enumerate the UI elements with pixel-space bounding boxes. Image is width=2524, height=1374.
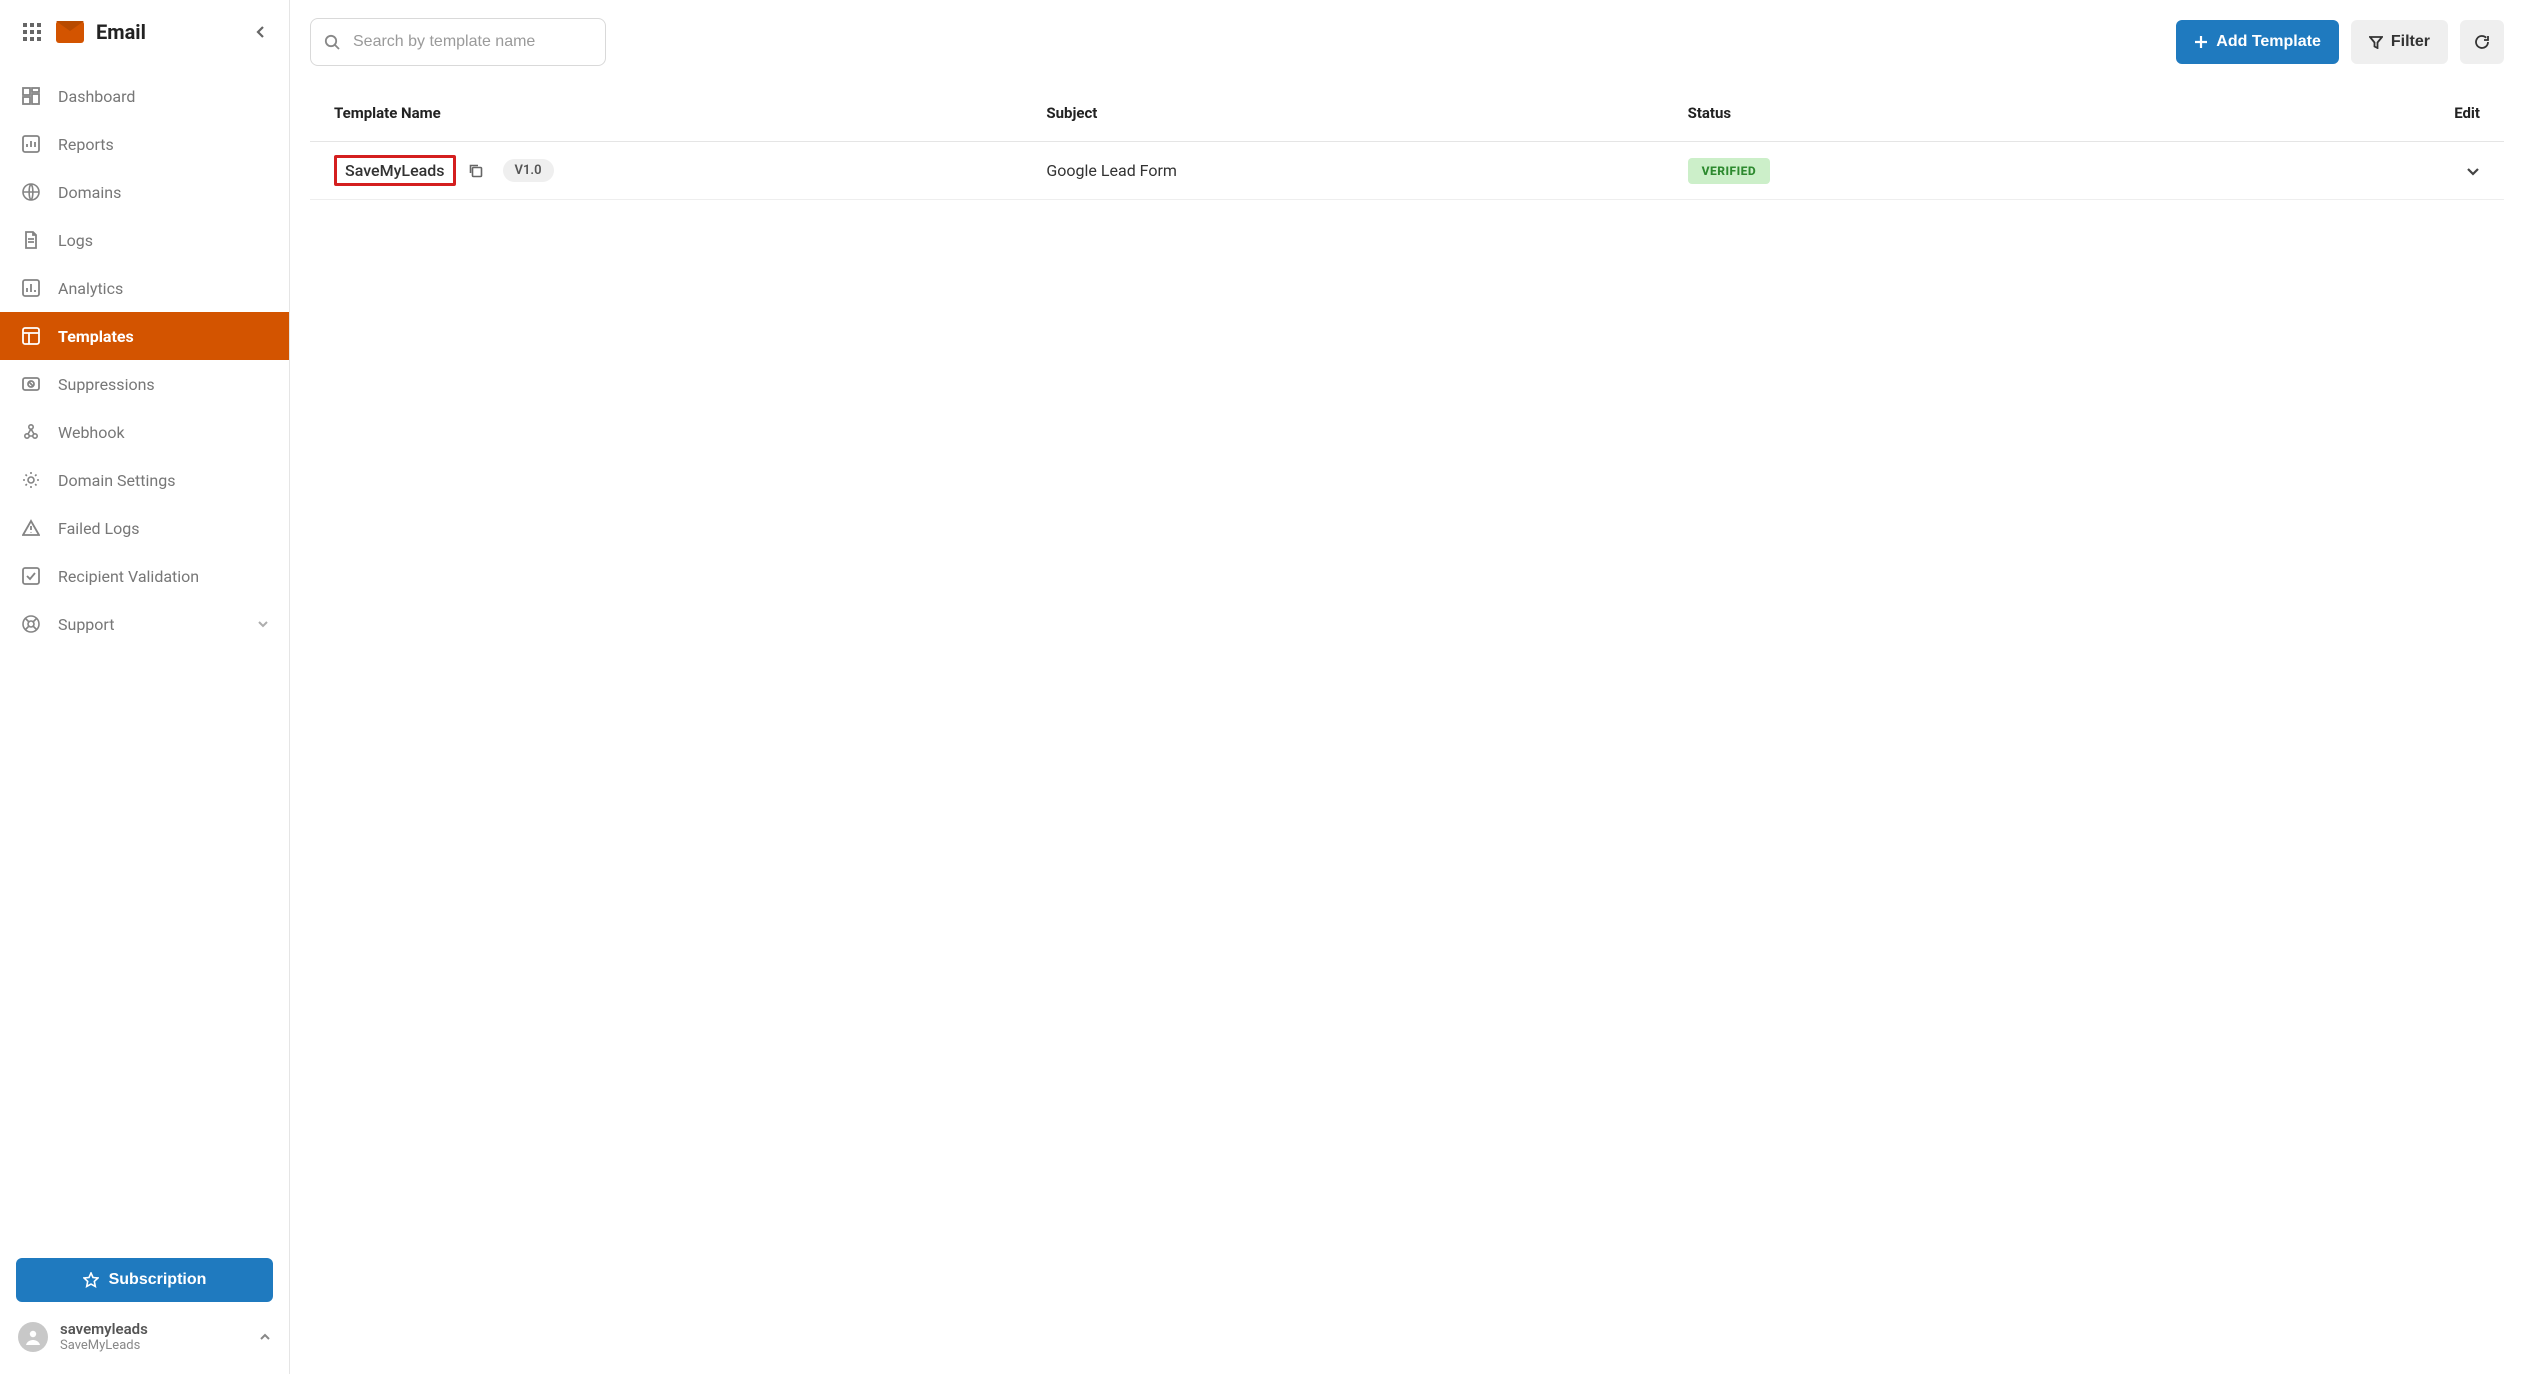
col-edit: Edit bbox=[2400, 104, 2480, 122]
analytics-icon bbox=[20, 277, 42, 299]
sidebar-item-failed-logs[interactable]: Failed Logs bbox=[0, 504, 289, 552]
sidebar-item-domains[interactable]: Domains bbox=[0, 168, 289, 216]
sidebar-item-label: Dashboard bbox=[58, 87, 135, 106]
refresh-button[interactable] bbox=[2460, 20, 2504, 64]
apps-grid-icon[interactable] bbox=[16, 16, 48, 48]
sidebar-item-label: Suppressions bbox=[58, 375, 155, 394]
email-brand-icon bbox=[56, 21, 84, 43]
sidebar: Email Dashboard Reports Domains Logs Ana… bbox=[0, 0, 290, 1374]
search-icon bbox=[324, 34, 340, 50]
sidebar-item-label: Failed Logs bbox=[58, 519, 140, 538]
account-org: SaveMyLeads bbox=[60, 1338, 148, 1354]
col-template-name: Template Name bbox=[334, 104, 1046, 122]
sidebar-item-label: Webhook bbox=[58, 423, 125, 442]
sidebar-item-label: Recipient Validation bbox=[58, 567, 199, 586]
plus-icon bbox=[2194, 35, 2208, 49]
domains-icon bbox=[20, 181, 42, 203]
sidebar-nav: Dashboard Reports Domains Logs Analytics… bbox=[0, 64, 289, 1242]
logs-icon bbox=[20, 229, 42, 251]
suppressions-icon bbox=[20, 373, 42, 395]
template-subject: Google Lead Form bbox=[1046, 161, 1687, 180]
sidebar-item-templates[interactable]: Templates bbox=[0, 312, 289, 360]
account-menu[interactable]: savemyleads SaveMyLeads bbox=[16, 1316, 273, 1358]
sidebar-item-domain-settings[interactable]: Domain Settings bbox=[0, 456, 289, 504]
copy-icon[interactable] bbox=[468, 163, 483, 178]
sidebar-item-webhook[interactable]: Webhook bbox=[0, 408, 289, 456]
sidebar-item-dashboard[interactable]: Dashboard bbox=[0, 72, 289, 120]
sidebar-item-support[interactable]: Support bbox=[0, 600, 289, 648]
account-text: savemyleads SaveMyLeads bbox=[60, 1320, 148, 1354]
template-version: V1.0 bbox=[503, 159, 554, 182]
sidebar-item-analytics[interactable]: Analytics bbox=[0, 264, 289, 312]
table-row[interactable]: SaveMyLeads V1.0 Google Lead Form VERIFI… bbox=[310, 142, 2504, 200]
sidebar-item-reports[interactable]: Reports bbox=[0, 120, 289, 168]
status-badge: VERIFIED bbox=[1688, 158, 1771, 184]
recipient-validation-icon bbox=[20, 565, 42, 587]
settings-icon bbox=[20, 469, 42, 491]
col-subject: Subject bbox=[1046, 104, 1687, 122]
account-name: savemyleads bbox=[60, 1320, 148, 1338]
brand-label: Email bbox=[96, 20, 146, 44]
template-status-cell: VERIFIED bbox=[1688, 158, 2400, 184]
sidebar-item-label: Domain Settings bbox=[58, 471, 175, 490]
reports-icon bbox=[20, 133, 42, 155]
table-header: Template Name Subject Status Edit bbox=[310, 84, 2504, 142]
dashboard-icon bbox=[20, 85, 42, 107]
templates-icon bbox=[20, 325, 42, 347]
failed-logs-icon bbox=[20, 517, 42, 539]
sidebar-footer: Subscription savemyleads SaveMyLeads bbox=[0, 1242, 289, 1374]
sidebar-item-label: Analytics bbox=[58, 279, 123, 298]
sidebar-item-label: Logs bbox=[58, 231, 93, 250]
refresh-icon bbox=[2474, 34, 2490, 50]
add-template-label: Add Template bbox=[2216, 33, 2321, 51]
sidebar-item-label: Support bbox=[58, 615, 114, 634]
add-template-button[interactable]: Add Template bbox=[2176, 20, 2339, 64]
template-name-cell: SaveMyLeads V1.0 bbox=[334, 155, 1046, 186]
col-status: Status bbox=[1688, 104, 2400, 122]
avatar-icon bbox=[18, 1322, 48, 1352]
filter-button[interactable]: Filter bbox=[2351, 20, 2448, 64]
sidebar-item-recipient-validation[interactable]: Recipient Validation bbox=[0, 552, 289, 600]
star-icon bbox=[83, 1272, 99, 1288]
sidebar-header: Email bbox=[0, 0, 289, 64]
sidebar-item-logs[interactable]: Logs bbox=[0, 216, 289, 264]
sidebar-item-label: Templates bbox=[58, 327, 134, 346]
collapse-sidebar-icon[interactable] bbox=[249, 20, 273, 44]
subscription-label: Subscription bbox=[109, 1271, 207, 1289]
main-content: Add Template Filter Template Name Subjec… bbox=[290, 0, 2524, 1374]
expand-row-icon[interactable] bbox=[2466, 164, 2480, 178]
support-icon bbox=[20, 613, 42, 635]
filter-label: Filter bbox=[2391, 33, 2430, 51]
sidebar-item-label: Domains bbox=[58, 183, 121, 202]
subscription-button[interactable]: Subscription bbox=[16, 1258, 273, 1302]
sidebar-item-label: Reports bbox=[58, 135, 114, 154]
chevron-down-icon bbox=[257, 618, 269, 630]
chevron-up-icon bbox=[259, 1331, 271, 1343]
toolbar: Add Template Filter bbox=[310, 18, 2504, 66]
webhook-icon bbox=[20, 421, 42, 443]
sidebar-item-suppressions[interactable]: Suppressions bbox=[0, 360, 289, 408]
template-name: SaveMyLeads bbox=[334, 155, 456, 186]
search-wrap bbox=[310, 18, 606, 66]
search-input[interactable] bbox=[310, 18, 606, 66]
filter-icon bbox=[2369, 35, 2383, 49]
templates-table: Template Name Subject Status Edit SaveMy… bbox=[310, 84, 2504, 200]
